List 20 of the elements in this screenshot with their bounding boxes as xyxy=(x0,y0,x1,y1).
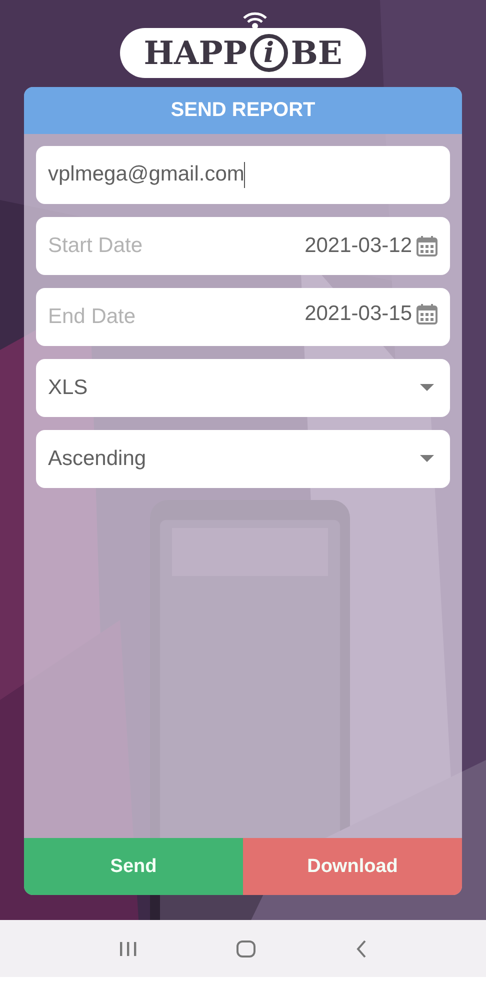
card-title: SEND REPORT xyxy=(24,87,462,134)
home-icon[interactable] xyxy=(236,940,256,958)
date-field[interactable]: Start Date 2021-03-12 xyxy=(36,217,450,275)
back-icon[interactable] xyxy=(354,940,367,958)
dropdown[interactable]: Ascending xyxy=(36,430,450,488)
logo-text: BE xyxy=(290,34,342,72)
logo-letter: i xyxy=(250,34,288,72)
placeholder-text: End Date xyxy=(48,305,137,329)
calendar-icon[interactable] xyxy=(416,303,438,325)
caret-icon xyxy=(420,455,434,463)
placeholder-text: Start Date xyxy=(48,234,144,258)
date-value: 2021-03-15 xyxy=(304,302,412,326)
email-field[interactable]: vplmega@gmail.com xyxy=(36,146,450,204)
caret-icon xyxy=(420,384,434,392)
recent-apps-icon[interactable] xyxy=(119,940,138,956)
logo-text: HAPP xyxy=(144,34,247,72)
date-field[interactable]: End Date 2021-03-15 xyxy=(36,288,450,346)
dropdown[interactable]: XLS xyxy=(36,359,450,417)
calendar-icon[interactable] xyxy=(416,235,438,257)
date-value: 2021-03-12 xyxy=(304,234,412,258)
